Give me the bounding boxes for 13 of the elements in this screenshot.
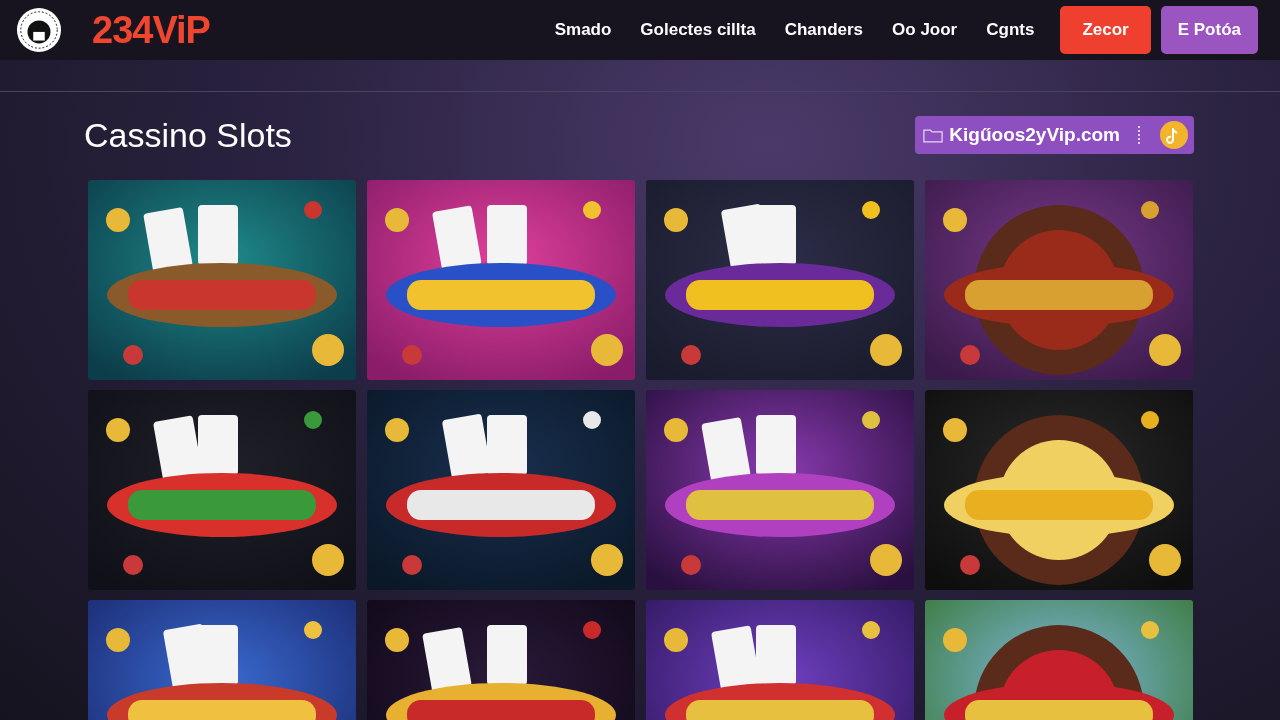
primary-button[interactable]: Zecor [1060,6,1151,54]
site-address: Kigűoos2yVip.com [949,124,1120,146]
section-title: Cassino Slots [84,115,292,155]
folder-icon [923,127,944,143]
brand-name: 234ViP [92,8,210,52]
secondary-button[interactable]: E Potóa [1160,6,1258,54]
nav-link[interactable]: Oo Joor [892,20,958,40]
site-badge[interactable]: Kigűoos2yVip.com [915,116,1194,154]
nav-link[interactable]: Golectes cillta [640,20,756,40]
nav-link[interactable]: Chanders [784,20,864,40]
nav-link[interactable]: Cgnts [986,20,1035,40]
logo-icon [16,7,62,53]
nav-link[interactable]: Smado [554,20,612,40]
